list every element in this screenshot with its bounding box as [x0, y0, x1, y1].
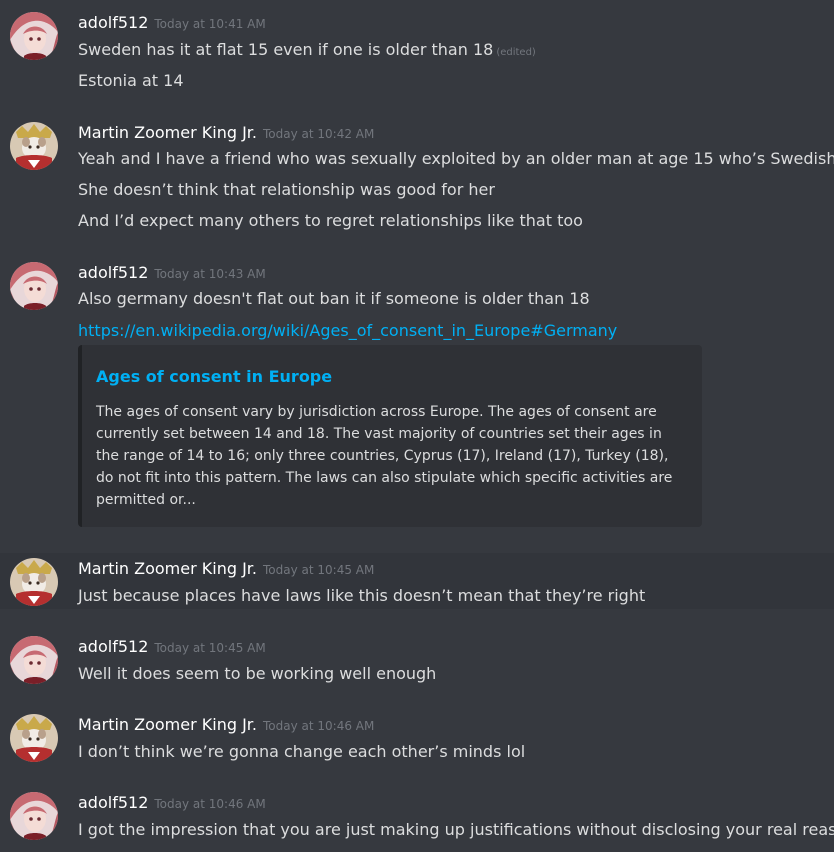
avatar-martin[interactable]: [10, 558, 58, 606]
message-header: adolf512 Today at 10:46 AM: [78, 793, 266, 812]
message-text: Sweden has it at flat 15 even if one is …: [78, 40, 536, 59]
avatar-adolf512[interactable]: [10, 792, 58, 840]
avatar-martin[interactable]: [10, 122, 58, 170]
timestamp: Today at 10:43 AM: [154, 267, 266, 281]
message-text: Just because places have laws like this …: [78, 586, 646, 605]
timestamp: Today at 10:46 AM: [263, 719, 375, 733]
message-text: She doesn’t think that relationship was …: [78, 180, 495, 199]
message-header: Martin Zoomer King Jr. Today at 10:46 AM: [78, 715, 374, 734]
avatar-adolf512[interactable]: [10, 262, 58, 310]
message-link[interactable]: https://en.wikipedia.org/wiki/Ages_of_co…: [78, 321, 617, 340]
message-header: adolf512 Today at 10:41 AM: [78, 13, 266, 32]
message-text: And I’d expect many others to regret rel…: [78, 211, 583, 230]
message-header: adolf512 Today at 10:43 AM: [78, 263, 266, 282]
avatar-martin[interactable]: [10, 714, 58, 762]
message-text: Yeah and I have a friend who was sexuall…: [78, 149, 834, 168]
message-text: Also germany doesn't flat out ban it if …: [78, 289, 590, 308]
link-embed: Ages of consent in Europe The ages of co…: [78, 345, 702, 527]
message-group: Martin Zoomer King Jr. Today at 10:42 AM …: [0, 110, 834, 250]
message-group: Martin Zoomer King Jr. Today at 10:45 AM …: [0, 553, 834, 609]
timestamp: Today at 10:41 AM: [154, 17, 266, 31]
message-group: adolf512 Today at 10:45 AM Well it does s…: [0, 630, 834, 708]
username[interactable]: Martin Zoomer King Jr.: [78, 559, 257, 578]
username[interactable]: adolf512: [78, 263, 148, 282]
message-text: I got the impression that you are just m…: [78, 820, 834, 839]
message-text: Well it does seem to be working well eno…: [78, 664, 437, 683]
username[interactable]: Martin Zoomer King Jr.: [78, 715, 257, 734]
username[interactable]: adolf512: [78, 637, 148, 656]
embed-description: The ages of consent vary by jurisdiction…: [96, 404, 673, 508]
avatar-adolf512[interactable]: [10, 12, 58, 60]
message-group: adolf512 Today at 10:41 AM Sweden has it …: [0, 0, 834, 110]
edited-label: (edited): [496, 47, 536, 58]
message-header: adolf512 Today at 10:45 AM: [78, 637, 266, 656]
avatar-adolf512[interactable]: [10, 636, 58, 684]
message-header: Martin Zoomer King Jr. Today at 10:42 AM: [78, 123, 374, 142]
embed-title[interactable]: Ages of consent in Europe: [96, 367, 332, 386]
message-group: adolf512 Today at 10:46 AM I got the impr…: [0, 786, 834, 852]
timestamp: Today at 10:45 AM: [154, 641, 266, 655]
username[interactable]: adolf512: [78, 793, 148, 812]
message-group: adolf512 Today at 10:43 AM Also germany d…: [0, 250, 834, 545]
timestamp: Today at 10:46 AM: [154, 797, 266, 811]
message-header: Martin Zoomer King Jr. Today at 10:45 AM: [78, 559, 374, 578]
username[interactable]: adolf512: [78, 13, 148, 32]
message-group: Martin Zoomer King Jr. Today at 10:46 AM …: [0, 708, 834, 786]
timestamp: Today at 10:42 AM: [263, 127, 375, 141]
message-text: Estonia at 14: [78, 71, 184, 90]
timestamp: Today at 10:45 AM: [263, 563, 375, 577]
message-text: I don’t think we’re gonna change each ot…: [78, 742, 526, 761]
username[interactable]: Martin Zoomer King Jr.: [78, 123, 257, 142]
